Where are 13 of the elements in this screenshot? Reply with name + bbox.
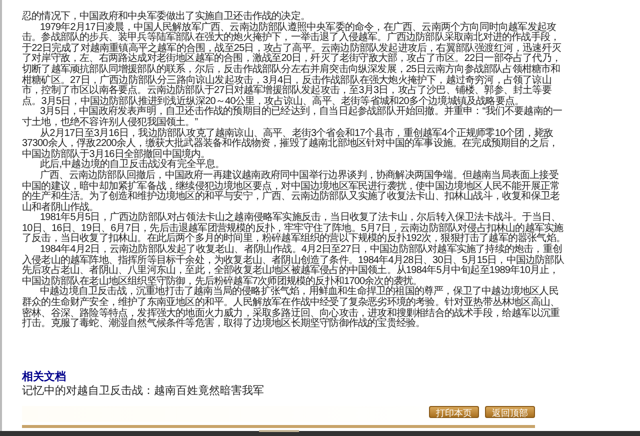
paragraph: 1979年2月17日凌晨，中国人民解放军广西、云南边防部队遵照中央军委的命令，在广西、云南两个方向同时向越军发起攻击。参战部队的步兵、装甲兵等陆军部队在强大的炮火掩护下，一举击退了入侵越军。广西边防部队采取南北对进的作战手段，于22日完成了对越南重镇高平之越军的合围，战至25日，攻占了高平。云南边防部队发起进攻后，右翼部队强渡红河，迅速歼灭了对岸守敌，左、右两路达成对老街地区越军的合围，激战至20日，歼灭了老街守敌大部，攻占了市区。22日一部夺占了代乃，切断了越军顽抗部队同增援部队的联系，尔后，反击作战部队分左右并肩突击向纵深发展，25日云南方向参战部队占领柑糖市和柑糖矿区。27日，广西边防部队分三路向谅山发起攻击，3月4日，反击作战部队在强大炮火掩护下，越过奇穷河，占领了谅山市，控制了市区以南各要点。云南边防部队于27日对越军增援部队发起攻击，至3月3日，攻占了沙巴、铺楼、郭参、封土等要点。3月5日，中国边防部队推进到浅近纵深20～40公里，攻占谅山、高平、老街等省城和20多个边境城镇及战略要点。 [22,22,562,107]
paragraph: 中越边境自卫反击战，沉重地打击了越南当局的侵略扩张气焰，用鲜血和生命捍卫的祖国的尊严，保卫了中越边境地区人民群众的生命财产安全，维护了东南亚地区的和平。人民解放军在作战中经受了复杂恶劣环境的考验。针对亚热带丛林地区高山、密林、谷深、路险等特点，发挥强大的地面火力威力，采取多路迂回、向心攻击，进攻和搜剿相结合的战术手段，给越军以沉重打击。克服了毒蛇、潮湿自然气候条件等危害，取得了边境地区长期坚守防御作战的宝贵经验。 [22,287,561,330]
paragraph: 忍的情况下，中国政府和中央军委做出了实施自卫还击作战的决定。 [22,12,310,22]
paragraph: 1984年4月2日，云南边防部队发起了收复老山、者阴山作战。4月2日至27日，中国边防部队对越军实施了持续的炮击，重创入侵老山的越军阵地、指挥所等目标千余处，为收复老山、者阴山创造了条件。1984年4月28日、30日、5月15日，中国边防部队先后攻占老山、者阴山、八里河东山，至此，全部收复老山地区被越军侵占的中国领土。从1984年5月中旬起至1989年10月止，中国边防部队在老山地区组织坚守防御，先后粉碎越军7次师团规模的反扑和1700余次的袭扰。 [22,245,565,287]
page-button[interactable]: 打印本页 [429,406,479,418]
paragraph: 从2月17日至3月16日，我边防部队攻克了越南谅山、高平、老街3个省会和17个县市，重创越军4个正规师零10个团，毙敌37300余人，俘敌2200余人，缴获大批武器装备和作战物资，摧毁了越南北部地区针对中国的军事设施。在完成预期目的之后，中国边防部队于3月16日全部撤回中国境内。 [22,128,560,160]
page-button[interactable]: 返回顶部 [485,406,535,418]
related-heading: 相关文档 [22,371,66,384]
related-link[interactable]: 记忆中的对越自卫反击战：越南百姓竟然暗害我军 [22,384,264,398]
paragraph: 此后,中越边境的自卫反击战没有完全平息。 [39,160,225,170]
paragraph: 3月5日，中国政府发表声明，自卫还击作战的预期目的已经达到，自当日起参战部队开始回撤。并重申：“我们不要越南的一寸土地，也绝不容许别人侵犯我国领土。” [22,107,564,128]
paragraph: 1981年5月5日，广西边防部队对占领法卡山之越南侵略军实施反击，当日收复了法卡山，尔后转入保卫法卡战斗。于当日、10日、16日、19日、6月7日，先后击退越军团营规模的反扑，牢牢守住了阵地。5月7日，云南边防部队对侵占扣林山的越军实施了反击，当日收复了扣林山。在此后两个多月的时间里，粉碎越军组织的营以下规模的反扑192次，狠狠打击了越军的嚣张气焰。 [22,213,566,244]
paragraph: 广西、云南边防部队回撤后，中国政府一再建议越南政府同中国举行边界谈判，协商解决两国争端。但越南当局表面上接受中国的建议，暗中却加紧扩军备战，继续侵犯边境地区要点，对中国边境地区军民进行袭扰，使中国边境地区人民不能开展正常的生产和生活。为了创造和维护边境地区的和平与安宁，广西、云南边防部队又实施了收复法卡山、扣林山战斗，收复和保卫老山和者阴山作战。 [22,170,561,213]
